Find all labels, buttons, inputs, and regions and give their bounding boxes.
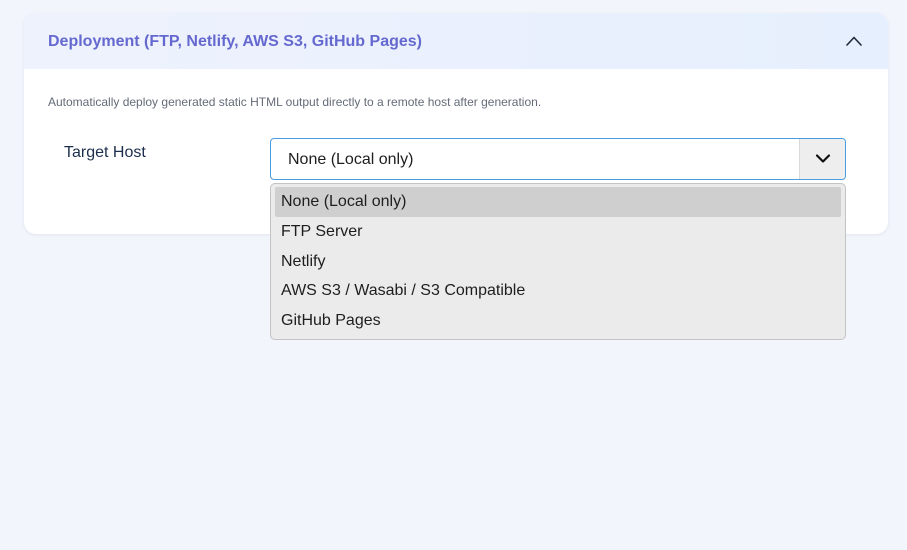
option-github-pages[interactable]: GitHub Pages: [275, 306, 841, 336]
option-ftp-server[interactable]: FTP Server: [275, 217, 841, 247]
chevron-up-icon[interactable]: [844, 32, 864, 50]
select-current-value: None (Local only): [288, 151, 414, 168]
target-host-dropdown-list: None (Local only) FTP Server Netlify AWS…: [270, 183, 846, 340]
chevron-down-icon: [815, 154, 831, 163]
panel-title: Deployment (FTP, Netlify, AWS S3, GitHub…: [48, 33, 422, 50]
panel-description: Automatically deploy generated static HT…: [48, 95, 542, 109]
target-host-label: Target Host: [64, 144, 146, 161]
option-aws-s3[interactable]: AWS S3 / Wasabi / S3 Compatible: [275, 276, 841, 306]
deployment-panel-header[interactable]: Deployment (FTP, Netlify, AWS S3, GitHub…: [24, 13, 888, 69]
option-none-local[interactable]: None (Local only): [275, 187, 841, 217]
option-netlify[interactable]: Netlify: [275, 247, 841, 277]
select-dropdown-button[interactable]: [799, 139, 845, 179]
target-host-select[interactable]: None (Local only): [270, 138, 846, 180]
